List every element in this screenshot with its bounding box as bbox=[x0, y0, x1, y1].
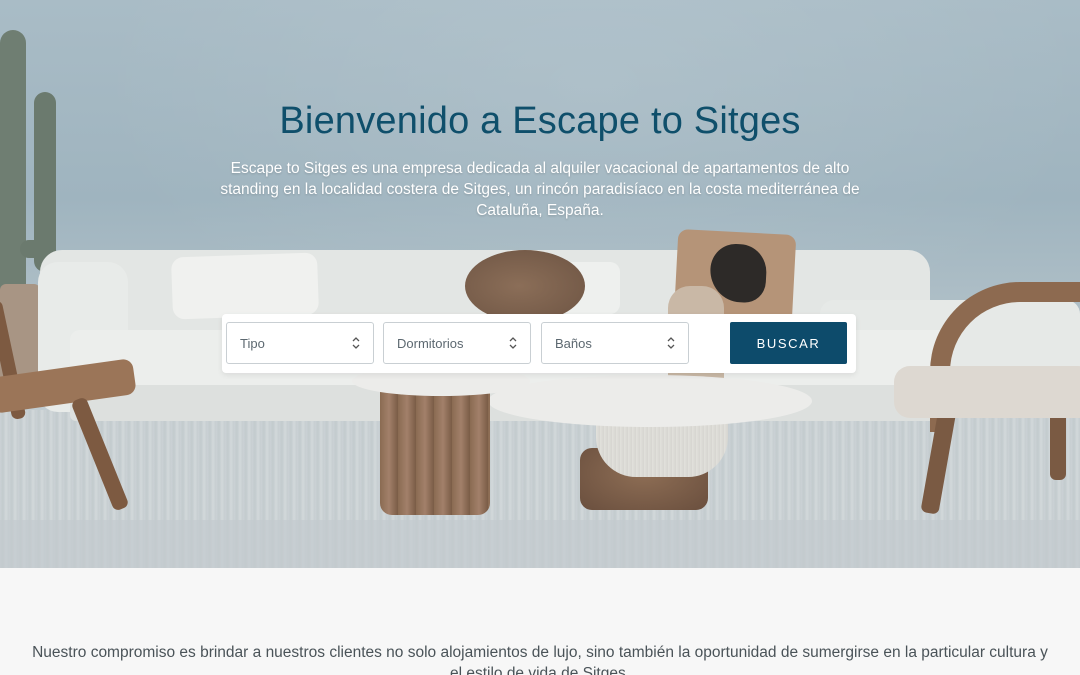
chevron-up-down-icon bbox=[667, 337, 675, 349]
dormitorios-select[interactable]: Dormitorios bbox=[383, 322, 531, 364]
chevron-up-down-icon bbox=[509, 337, 517, 349]
dormitorios-select-label: Dormitorios bbox=[397, 336, 464, 351]
intro-section: Nuestro compromiso es brindar a nuestros… bbox=[0, 568, 1080, 675]
hero-description: Escape to Sitges es una empresa dedicada… bbox=[220, 160, 860, 219]
banos-select[interactable]: Baños bbox=[541, 322, 689, 364]
hero-title: Bienvenido a Escape to Sitges bbox=[279, 100, 801, 142]
intro-text: Nuestro compromiso es brindar a nuestros… bbox=[32, 644, 1048, 675]
banos-select-label: Baños bbox=[555, 336, 592, 351]
search-bar: Tipo Dormitorios Baños BUSCAR bbox=[222, 314, 856, 373]
tipo-select[interactable]: Tipo bbox=[226, 322, 374, 364]
chevron-up-down-icon bbox=[352, 337, 360, 349]
tipo-select-label: Tipo bbox=[240, 336, 265, 351]
buscar-button[interactable]: BUSCAR bbox=[730, 322, 847, 364]
hero-section: Bienvenido a Escape to Sitges Escape to … bbox=[0, 0, 1080, 568]
